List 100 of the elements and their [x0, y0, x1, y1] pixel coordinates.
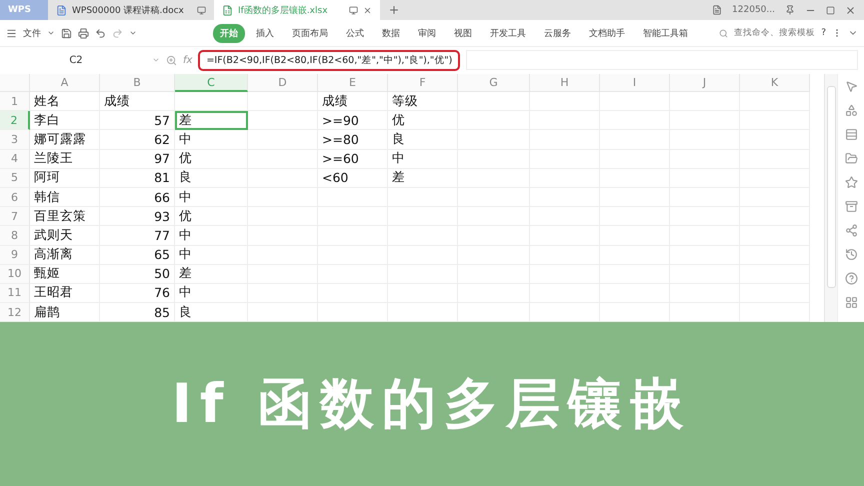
table-cell[interactable]: 甄姬	[30, 264, 100, 284]
table-cell[interactable]	[530, 92, 600, 112]
table-cell[interactable]: 中	[175, 130, 248, 150]
banner-title: If 函数的多层镶嵌	[172, 372, 692, 437]
table-cell[interactable]: >=80	[318, 130, 388, 150]
share-icon[interactable]	[844, 224, 858, 237]
table-cell[interactable]: 高渐离	[30, 246, 100, 265]
select-all-corner[interactable]	[0, 74, 30, 92]
monitor-icon	[349, 6, 358, 14]
help-icon[interactable]	[844, 272, 858, 285]
ribbon-tab[interactable]: 插入	[249, 24, 281, 42]
print-icon[interactable]	[78, 28, 89, 38]
table-cell[interactable]: 等级	[388, 92, 458, 112]
ribbon-tab[interactable]: 文档助手	[582, 24, 632, 42]
table-cell[interactable]: 中	[175, 188, 248, 208]
plus-icon[interactable]	[388, 4, 400, 16]
table-cell[interactable]: 百里玄策	[30, 207, 100, 226]
table-cell[interactable]: 65	[100, 246, 175, 265]
table-cell[interactable]	[670, 92, 740, 112]
table-cell[interactable]: 娜可露露	[30, 130, 100, 150]
table-cell[interactable]: 兰陵王	[30, 150, 100, 169]
table-cell[interactable]: 中	[175, 226, 248, 246]
help-button[interactable]: ?	[821, 28, 826, 38]
ribbon-tab[interactable]: 智能工具箱	[636, 24, 695, 42]
table-cell[interactable]	[458, 92, 530, 112]
table-cell[interactable]: 97	[100, 150, 175, 169]
account-name: 122050...	[732, 5, 775, 15]
star-icon[interactable]	[844, 176, 858, 189]
table-cell[interactable]: 优	[175, 150, 248, 169]
table-cell[interactable]: 武则天	[30, 226, 100, 246]
table-cell[interactable]: 中	[175, 246, 248, 265]
table-cell[interactable]: 阿珂	[30, 168, 100, 188]
table-cell[interactable]: <60	[318, 168, 388, 188]
scrollbar[interactable]	[824, 74, 837, 322]
ribbon-tab[interactable]: 视图	[447, 24, 479, 42]
save-icon[interactable]	[61, 28, 72, 38]
pin-icon[interactable]	[785, 5, 795, 15]
document-tab[interactable]: WPS00000 课程讲稿.docx	[48, 0, 214, 20]
table-cell[interactable]	[248, 130, 318, 150]
table-cell[interactable]: 76	[100, 284, 175, 304]
file-menu[interactable]: 文件	[23, 26, 41, 40]
history-icon[interactable]	[844, 248, 858, 261]
document-icon	[712, 5, 722, 15]
cursor-icon[interactable]	[844, 80, 858, 93]
table-cell[interactable]: 王昭君	[30, 284, 100, 304]
caret-icon[interactable]	[47, 29, 55, 37]
close-icon[interactable]	[845, 4, 856, 16]
table-cell[interactable]: 93	[100, 207, 175, 226]
table-cell[interactable]: 良	[175, 168, 248, 188]
grid-icon[interactable]	[844, 296, 858, 309]
restore-icon[interactable]	[826, 6, 835, 14]
ribbon-tab[interactable]: 审阅	[411, 24, 443, 42]
table-cell[interactable]: 姓名	[30, 92, 100, 112]
table-cell[interactable]: 差	[388, 168, 458, 188]
table-cell[interactable]: 中	[388, 150, 458, 169]
table-cell[interactable]: 81	[100, 168, 175, 188]
table-cell[interactable]: 韩信	[30, 188, 100, 208]
name-box[interactable]: C2	[6, 51, 146, 69]
spreadsheet-icon	[222, 4, 233, 16]
table-cell[interactable]: >=90	[318, 111, 388, 130]
table-cell[interactable]	[740, 92, 810, 112]
table-cell[interactable]	[600, 92, 670, 112]
undo-icon[interactable]	[95, 28, 106, 38]
redo-icon[interactable]	[112, 28, 123, 38]
table-cell[interactable]	[248, 111, 318, 130]
zoom-icon[interactable]	[166, 54, 177, 66]
selected-cell[interactable]: 差	[175, 111, 248, 130]
table-cell[interactable]: >=60	[318, 150, 388, 169]
table-cell[interactable]: 50	[100, 264, 175, 284]
table-cell[interactable]: 66	[100, 188, 175, 208]
table-cell[interactable]: 中	[175, 284, 248, 304]
ribbon-tab[interactable]: 页面布局	[285, 24, 335, 42]
folder-icon[interactable]	[844, 152, 858, 165]
table-cell[interactable]: 李白	[30, 111, 100, 130]
table-cell[interactable]: 良	[388, 130, 458, 150]
shapes-icon[interactable]	[844, 104, 858, 117]
table-cell[interactable]: 57	[100, 111, 175, 130]
rows-icon[interactable]	[844, 128, 858, 141]
ribbon-tab[interactable]: 公式	[339, 24, 371, 42]
table-cell[interactable]: 优	[175, 207, 248, 226]
ribbon-tab[interactable]: 开发工具	[483, 24, 533, 42]
table-cell[interactable]	[175, 92, 248, 112]
menu-icon[interactable]	[6, 28, 17, 38]
table-cell[interactable]: 差	[175, 264, 248, 284]
table-cell[interactable]: 77	[100, 226, 175, 246]
search-field[interactable]: 查找命令、搜索模板	[734, 27, 816, 39]
caret-icon[interactable]	[129, 29, 137, 37]
table-cell[interactable]: 成绩	[318, 92, 388, 112]
search-icon[interactable]	[719, 28, 728, 38]
close-icon[interactable]	[363, 6, 372, 14]
formula-field[interactable]: =IF(B2<90,IF(B2<80,IF(B2<60,"差","中"),"良"),"优")	[198, 50, 460, 70]
archive-icon[interactable]	[844, 200, 858, 213]
function-label: fx	[183, 54, 192, 66]
table-cell[interactable]	[248, 92, 318, 112]
table-cell[interactable]: 优	[388, 111, 458, 130]
ribbon-tab[interactable]: 云服务	[537, 24, 578, 42]
ribbon-tab[interactable]: 数据	[375, 24, 407, 42]
table-cell[interactable]: 62	[100, 130, 175, 150]
document-icon	[56, 4, 67, 16]
table-cell[interactable]: 成绩	[100, 92, 175, 112]
